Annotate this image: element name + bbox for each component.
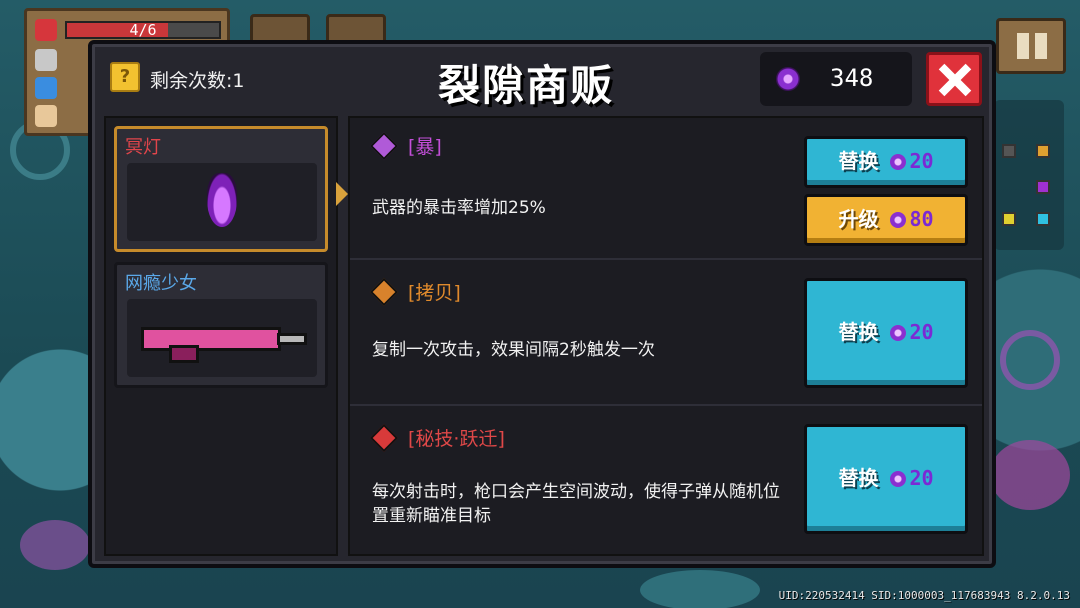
dark-lantern-icon (207, 173, 237, 227)
coral-decoration (20, 520, 90, 570)
coral-decoration (640, 570, 760, 608)
coral-decoration (1000, 330, 1060, 390)
heart-icon (35, 19, 57, 41)
item-row: [拷贝] 复制一次攻击，效果间隔2秒触发一次 替换 20 (350, 264, 982, 406)
coral-decoration (990, 440, 1070, 510)
hp-text: 4/6 (129, 21, 157, 39)
replace-button[interactable]: 替换 20 (804, 136, 968, 188)
selection-arrow-icon (336, 182, 348, 206)
gem-icon (890, 471, 907, 487)
weapon-card-pink-rifle[interactable]: 网瘾少女 (114, 262, 328, 388)
item-description: 武器的暴击率增加25% (372, 198, 546, 218)
rift-merchant-panel: ? 剩余次数:1 裂隙商贩 348 冥灯 网瘾少女 [暴] 武器的暴击率增加25… (88, 40, 996, 568)
item-row: [秘技·跃迁] 每次射击时，枪口会产生空间波动，使得子弹从随机位置重新瞄准目标 … (350, 410, 982, 552)
purple-gem-icon (369, 131, 399, 161)
replace-button[interactable]: 替换 20 (804, 424, 968, 534)
item-description: 每次射击时，枪口会产生空间波动，使得子弹从随机位置重新瞄准目标 (372, 482, 780, 526)
uid-footer: UID:220532414 SID:1000003_117683943 8.2.… (778, 589, 1070, 602)
remaining-count: 剩余次数:1 (150, 70, 245, 92)
item-description: 复制一次攻击，效果间隔2秒触发一次 (372, 340, 655, 360)
panel-title: 裂隙商贩 (438, 61, 615, 110)
orange-gem-icon (369, 277, 399, 307)
hp-row: 4/6 (35, 19, 221, 41)
weapon-card-dark-lantern[interactable]: 冥灯 (114, 126, 328, 252)
pause-button[interactable] (996, 18, 1066, 74)
replace-button[interactable]: 替换 20 (804, 278, 968, 388)
character-icon (35, 105, 57, 127)
gem-balance: 348 (760, 52, 912, 106)
minimap (994, 100, 1064, 250)
upgrade-button[interactable]: 升级 80 (804, 194, 968, 246)
weapon-name: 网瘾少女 (125, 273, 197, 294)
energy-icon (35, 77, 57, 99)
gem-icon (890, 154, 907, 170)
item-name: [秘技·跃迁] (408, 428, 505, 450)
shield-icon (35, 49, 57, 71)
weapon-name: 冥灯 (125, 137, 161, 158)
gem-icon (890, 325, 907, 341)
close-button[interactable] (926, 52, 982, 106)
weapon-image (127, 299, 317, 377)
weapon-image (127, 163, 317, 241)
gem-count: 348 (830, 64, 874, 92)
question-mark-icon[interactable]: ? (110, 62, 140, 92)
item-name: [拷贝] (408, 282, 461, 304)
red-gem-icon (369, 423, 399, 453)
gem-icon (890, 212, 907, 228)
gem-icon (776, 67, 800, 91)
item-name: [暴] (408, 136, 442, 158)
item-list: [暴] 武器的暴击率增加25% 替换 20 升级 80 [拷贝] 复制一次攻击，效果… (348, 116, 984, 556)
panel-header: ? 剩余次数:1 裂隙商贩 348 (92, 44, 992, 114)
pink-rifle-icon (141, 321, 307, 363)
item-row: [暴] 武器的暴击率增加25% 替换 20 升级 80 (350, 118, 982, 260)
weapon-list: 冥灯 网瘾少女 (104, 116, 338, 556)
